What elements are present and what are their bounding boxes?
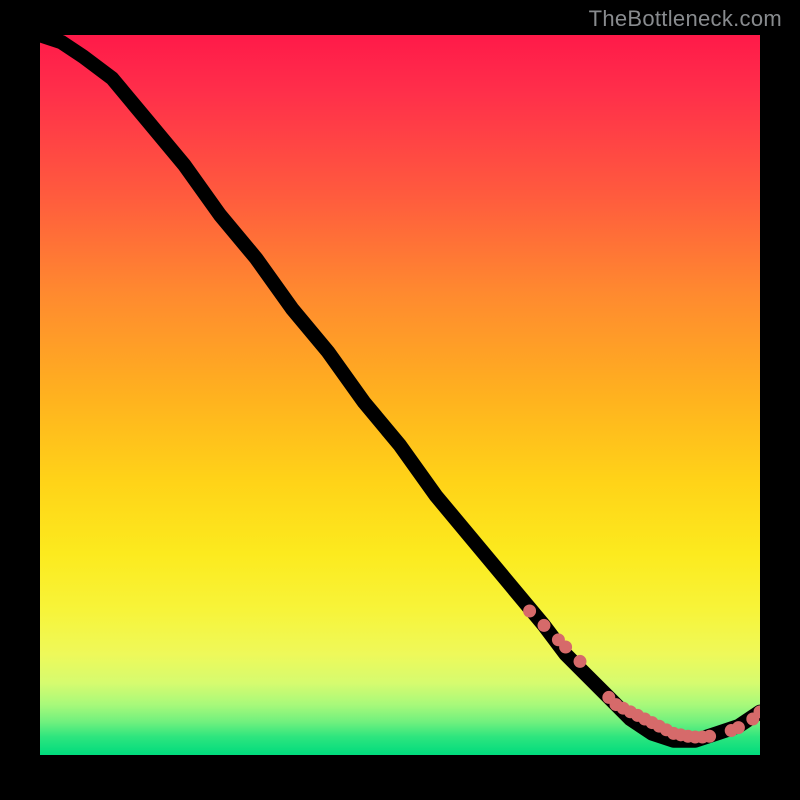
watermark-text: TheBottleneck.com — [589, 6, 782, 32]
data-marker — [538, 619, 551, 632]
curve-svg — [40, 35, 760, 755]
data-marker — [523, 605, 536, 618]
data-marker — [703, 730, 716, 743]
bottleneck-curve-path — [40, 35, 760, 741]
data-marker — [574, 655, 587, 668]
chart-stage: TheBottleneck.com — [0, 0, 800, 800]
data-marker — [559, 641, 572, 654]
plot-area — [40, 35, 760, 755]
marker-group — [523, 605, 760, 744]
data-marker — [732, 721, 745, 734]
